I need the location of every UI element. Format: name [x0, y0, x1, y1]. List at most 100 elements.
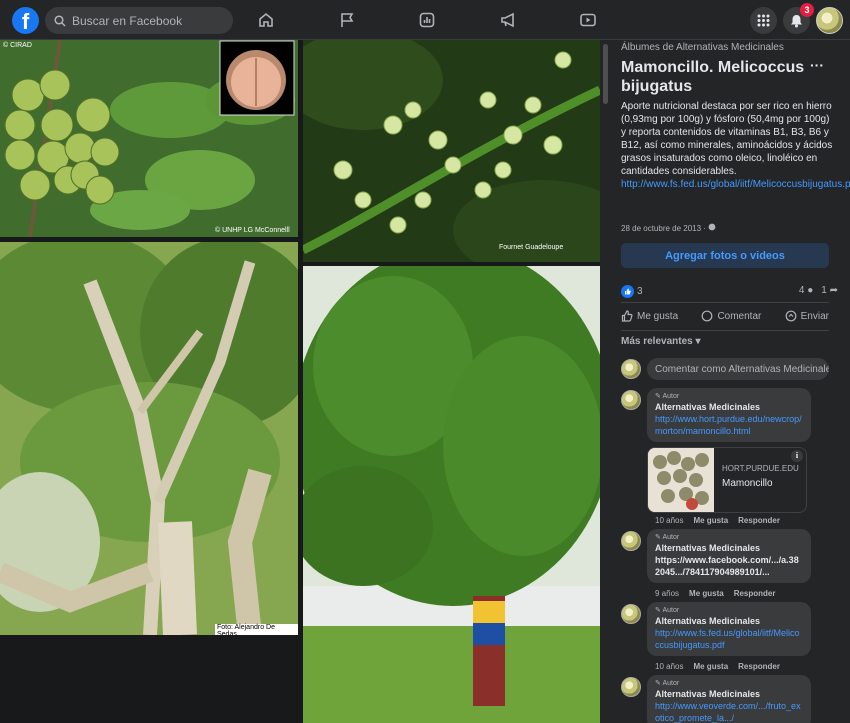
comment-reply-link[interactable]: Responder: [738, 516, 780, 525]
comment-label: Comentar: [717, 310, 762, 322]
post-description: Aporte nutricional destaca por ser rico …: [621, 100, 850, 191]
globe-icon: [708, 223, 716, 231]
shares-count[interactable]: 1 ➦: [821, 285, 838, 296]
comment-author-avatar[interactable]: [621, 677, 641, 697]
comment-age[interactable]: 9 años: [655, 589, 679, 598]
comment-meta: 9 años Me gusta Responder: [655, 589, 776, 598]
comment-bubble-icon: ●: [807, 285, 814, 296]
thumbs-up-icon: [621, 310, 633, 322]
author-role: ✎ Autor: [655, 680, 680, 687]
comment-author-name[interactable]: Alternativas Medicinales: [655, 615, 803, 627]
tree-trunk-image: [0, 242, 298, 635]
comment-bubble: ✎ Autor Alternativas Medicinales http://…: [647, 388, 811, 442]
pages-flag-icon[interactable]: [336, 9, 358, 31]
photo-credit: © UNHP LG McConnelll: [215, 227, 290, 234]
comment-reply-link[interactable]: Responder: [738, 662, 780, 671]
post-date[interactable]: 28 de octubre de 2013 ·: [621, 223, 716, 233]
add-photos-button[interactable]: Agregar fotos o videos: [621, 243, 829, 268]
link-title: Mamoncillo: [722, 478, 773, 489]
comment-author-name[interactable]: Alternativas Medicinales: [655, 688, 803, 700]
reaction-summary[interactable]: 3: [621, 285, 643, 298]
author-role: ✎ Autor: [655, 607, 680, 614]
photo-whole-tree: [303, 266, 600, 723]
comment-like-link[interactable]: Me gusta: [693, 516, 728, 525]
author-role: ✎ Autor: [655, 393, 680, 400]
author-role-text: Autor: [662, 680, 680, 687]
whole-tree-image: [303, 266, 600, 723]
comment-author-name[interactable]: Alternativas Medicinales: [655, 542, 803, 554]
commenter-avatar[interactable]: [621, 359, 641, 379]
insights-chart-icon[interactable]: [416, 9, 438, 31]
photo-tree-trunk: Foto: Alejandro De Sedas: [0, 242, 298, 635]
send-label: Enviar: [800, 310, 829, 322]
home-icon[interactable]: [255, 9, 277, 31]
scrollbar-thumb[interactable]: [603, 44, 608, 104]
comment-link[interactable]: https://www.facebook.com/.../a.382045...…: [655, 554, 803, 578]
photo-fruit-cluster: © CIRAD © UNHP LG McConnelll: [0, 40, 298, 237]
like-reaction-icon: [621, 285, 634, 298]
divider: [621, 302, 829, 303]
comment-author-name[interactable]: Alternativas Medicinales: [655, 401, 803, 413]
divider: [621, 330, 829, 331]
comment-link[interactable]: http://www.hort.purdue.edu/newcrop/morto…: [655, 413, 803, 437]
sort-label: Más relevantes: [621, 336, 693, 347]
link-preview-image: [648, 448, 714, 512]
search-input[interactable]: [72, 13, 222, 28]
author-role-text: Autor: [662, 607, 680, 614]
more-options-icon[interactable]: ···: [810, 57, 824, 73]
info-icon[interactable]: i: [791, 450, 803, 462]
comment-link[interactable]: http://www.fs.fed.us/global/iitf/Melicoc…: [655, 627, 803, 651]
comment-age[interactable]: 10 años: [655, 662, 683, 671]
post-details-panel: Álbumes de Alternativas Medicinales Mamo…: [611, 40, 850, 723]
engagement-stats: 4 ● 1 ➦: [799, 285, 838, 296]
share-arrow-icon: ➦: [829, 285, 838, 296]
author-role-text: Autor: [662, 393, 680, 400]
shares-count-value: 1: [821, 285, 827, 296]
description-link[interactable]: http://www.fs.fed.us/global/iitf/Melicoc…: [621, 179, 850, 190]
send-icon: [785, 310, 797, 322]
photo-scrollbar[interactable]: [600, 40, 611, 723]
search-icon: [54, 14, 66, 27]
megaphone-icon[interactable]: [497, 9, 519, 31]
flowers-image: [303, 40, 600, 262]
grid-icon: [757, 14, 770, 27]
like-button[interactable]: Me gusta: [621, 310, 678, 322]
chevron-down-icon: ▾: [695, 336, 701, 347]
comment-input[interactable]: [647, 358, 829, 380]
date-text: 28 de octubre de 2013 ·: [621, 224, 706, 233]
comment-author-avatar[interactable]: [621, 531, 641, 551]
facebook-logo[interactable]: f: [12, 7, 39, 34]
comments-count[interactable]: 4 ●: [799, 285, 813, 296]
photo-credit: Fournet Guadeloupe: [499, 244, 564, 251]
photo-viewer: © CIRAD © UNHP LG McConnelll Fournet Gua…: [0, 40, 600, 723]
notifications-button[interactable]: 3: [783, 3, 814, 34]
bell-icon: [791, 14, 802, 27]
post-title: Mamoncillo. Melicoccus bijugatus: [621, 59, 805, 95]
album-link[interactable]: Álbumes de Alternativas Medicinales: [621, 42, 784, 53]
photo-credit: Foto: Alejandro De Sedas: [215, 624, 298, 635]
comment-icon: [702, 310, 713, 322]
send-button[interactable]: Enviar: [785, 310, 829, 322]
comment-reply-link[interactable]: Responder: [734, 589, 776, 598]
post-actions: Me gusta Comentar Enviar: [621, 310, 829, 322]
link-preview-card[interactable]: HORT.PURDUE.EDU Mamoncillo i: [647, 447, 807, 513]
comment-link[interactable]: http://www.veoverde.com/.../fruto_exotic…: [655, 700, 803, 723]
search-box[interactable]: [45, 7, 233, 34]
comment-sort-dropdown[interactable]: Más relevantes ▾: [621, 336, 701, 347]
comment-age[interactable]: 10 años: [655, 516, 683, 525]
photo-flowers: Fournet Guadeloupe: [303, 40, 600, 262]
comment-button[interactable]: Comentar: [701, 310, 761, 322]
comment-author-avatar[interactable]: [621, 604, 641, 624]
author-role: ✎ Autor: [655, 534, 680, 541]
video-play-icon[interactable]: [577, 9, 599, 31]
link-domain: HORT.PURDUE.EDU: [722, 464, 799, 473]
menu-grid-button[interactable]: [750, 7, 777, 34]
comment-meta: 10 años Me gusta Responder: [655, 516, 780, 525]
description-text: Aporte nutricional destaca por ser rico …: [621, 101, 833, 177]
comment-like-link[interactable]: Me gusta: [693, 662, 728, 671]
comment-author-avatar[interactable]: [621, 390, 641, 410]
comment-bubble: ✎ Autor Alternativas Medicinales https:/…: [647, 529, 811, 583]
comment-like-link[interactable]: Me gusta: [689, 589, 724, 598]
profile-avatar[interactable]: [816, 7, 843, 34]
like-count: 3: [637, 286, 643, 297]
